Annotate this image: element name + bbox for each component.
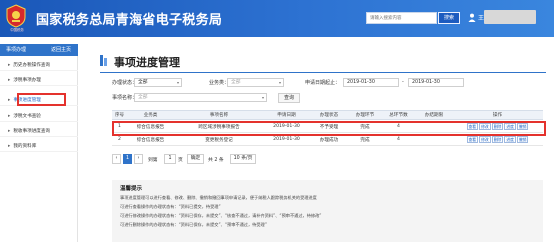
sidebar-header: 事项办理 返回主页 [0, 44, 78, 56]
delete-button[interactable]: 删除 [491, 136, 504, 143]
page-size-select[interactable]: 10 条/页 [230, 154, 256, 164]
column-header: 操作 [492, 113, 503, 118]
status-select[interactable]: 全部 ▾ [134, 78, 182, 87]
sidebar-title: 事项办理 [6, 47, 27, 53]
sidebar-item-label: 涉税文书查验 [13, 114, 41, 119]
title-divider [100, 72, 546, 73]
confirm-jump-button[interactable]: 确定 [187, 154, 204, 164]
page-title: 事项进度管理 [114, 56, 180, 69]
tip-line: 事项进度管理可以进行查看、修改、删除、撤销和撤回事项申请记录，便于纳税人跟踪税务… [120, 195, 317, 200]
chevron-down-icon: ▾ [278, 80, 281, 85]
chevron-down-icon: ▾ [261, 95, 264, 100]
bullet-icon: ▸ [8, 98, 11, 103]
sidebar-item-matters[interactable]: ▸ 涉税事项办理 [0, 75, 78, 86]
category-select[interactable]: 全部 ▾ [227, 78, 284, 87]
tip-line: 可进行查看操作的办理状态有：“资料已提交，待受理” [120, 204, 221, 209]
bullet-icon: ▸ [8, 63, 11, 68]
date-to-input[interactable]: 2019-01-30 [408, 78, 464, 87]
emblem-caption: 中国税务 [10, 28, 24, 32]
sidebar-item-tax-progress[interactable]: ▸ 税收事项进度查询 [0, 126, 78, 137]
tips-panel: 温馨提示 事项进度管理可以进行查看、修改、删除、撤销和撤回事项申请记录，便于纳税… [112, 180, 543, 242]
column-header: 事项名称 [209, 113, 229, 118]
date-from-value: 2019-01-30 [347, 80, 375, 85]
prev-page-button[interactable]: ‹ [112, 154, 121, 164]
revoke-button[interactable]: 撤销 [516, 136, 529, 143]
go-to-label: 到第 [148, 158, 158, 163]
masked-user-info [484, 10, 536, 24]
bullet-icon: ▸ [8, 78, 11, 83]
edit-button[interactable]: 修改 [479, 136, 491, 143]
date-range-separator: - [402, 79, 404, 85]
tip-line: 可进行删除操作的办理状态有：“资料已保存，未提交”、“预审不通过，待受理” [120, 222, 267, 227]
page-jump-input[interactable]: 1 [164, 154, 176, 164]
date-from-input[interactable]: 2019-01-30 [343, 78, 399, 87]
search-button[interactable]: 搜索 [438, 12, 460, 24]
page-size-value: 10 条/页 [233, 156, 253, 161]
sidebar-item-label: 历史办税操作查询 [13, 63, 51, 68]
column-header: 办理状态 [319, 113, 339, 118]
table-header: 序号 业务类 事项名称 申请日期 办理状态 办理环节 总环节数 办结期限 操作 [112, 110, 543, 120]
column-header: 业务类 [143, 113, 158, 118]
tips-title: 温馨提示 [120, 186, 143, 192]
item-name-select[interactable]: 全部 ▾ [134, 93, 267, 102]
sidebar-highlight-box [17, 93, 66, 106]
bullet-icon: ▸ [8, 144, 11, 149]
sidebar-item-documents[interactable]: ▸ 涉税文书查验 [0, 111, 78, 122]
sidebar-item-label: 我的资料库 [13, 144, 37, 149]
sidebar-item-history[interactable]: ▸ 历史办税操作查询 [0, 60, 78, 71]
user-icon [468, 13, 476, 22]
title-marker-icon [100, 55, 107, 66]
date-range-label: 申请日期起止： [305, 80, 341, 86]
sidebar-item-library[interactable]: ▸ 我的资料库 [0, 141, 78, 152]
date-to-value: 2019-01-30 [412, 80, 440, 85]
chevron-down-icon: ▾ [176, 80, 179, 85]
view-button[interactable]: 查看 [466, 136, 479, 143]
column-header: 总环节数 [389, 113, 408, 118]
back-home-link[interactable]: 返回主页 [51, 44, 71, 56]
row-highlight-box [112, 121, 546, 136]
page-unit-label: 页 [178, 158, 183, 163]
query-button[interactable]: 查询 [278, 93, 300, 103]
site-title: 国家税务总局青海省电子税务局 [36, 13, 223, 28]
item-name-value: 全部 [138, 95, 148, 100]
sidebar: 事项办理 返回主页 ▸ 历史办税操作查询 ▸ 涉税事项办理 ▸ 事项进度管理 ▸ 涉税文… [0, 44, 78, 242]
search-input[interactable] [366, 12, 437, 24]
bullet-icon: ▸ [8, 114, 11, 119]
sidebar-item-label: 涉税事项办理 [13, 78, 41, 83]
category-select-value: 全部 [231, 80, 241, 85]
tax-emblem-icon [6, 4, 26, 28]
tip-line: 可进行修改操作的办理状态有：“资料已保存，未提交”、“核查不通过，请补齐资料”、… [120, 213, 322, 218]
page-number-button[interactable]: 1 [123, 154, 132, 164]
category-filter-label: 业务类： [209, 80, 230, 86]
progress-button[interactable]: 进度 [504, 136, 516, 143]
total-count: 共 2 条 [208, 158, 224, 163]
status-select-value: 全部 [138, 80, 148, 85]
column-header: 序号 [114, 113, 125, 118]
main-content: 事项进度管理 办理状态： 全部 ▾ 业务类： 全部 ▾ 申请日期起止： 2019-0… [79, 44, 554, 242]
top-banner: 中国税务 国家税务总局青海省电子税务局 搜索 王 [0, 0, 554, 37]
column-header: 办结期限 [424, 113, 444, 118]
next-page-button[interactable]: › [134, 154, 143, 164]
sidebar-item-label: 税收事项进度查询 [13, 129, 51, 134]
column-header: 办理环节 [355, 113, 375, 118]
bullet-icon: ▸ [8, 129, 11, 134]
column-header: 申请日期 [277, 113, 296, 118]
